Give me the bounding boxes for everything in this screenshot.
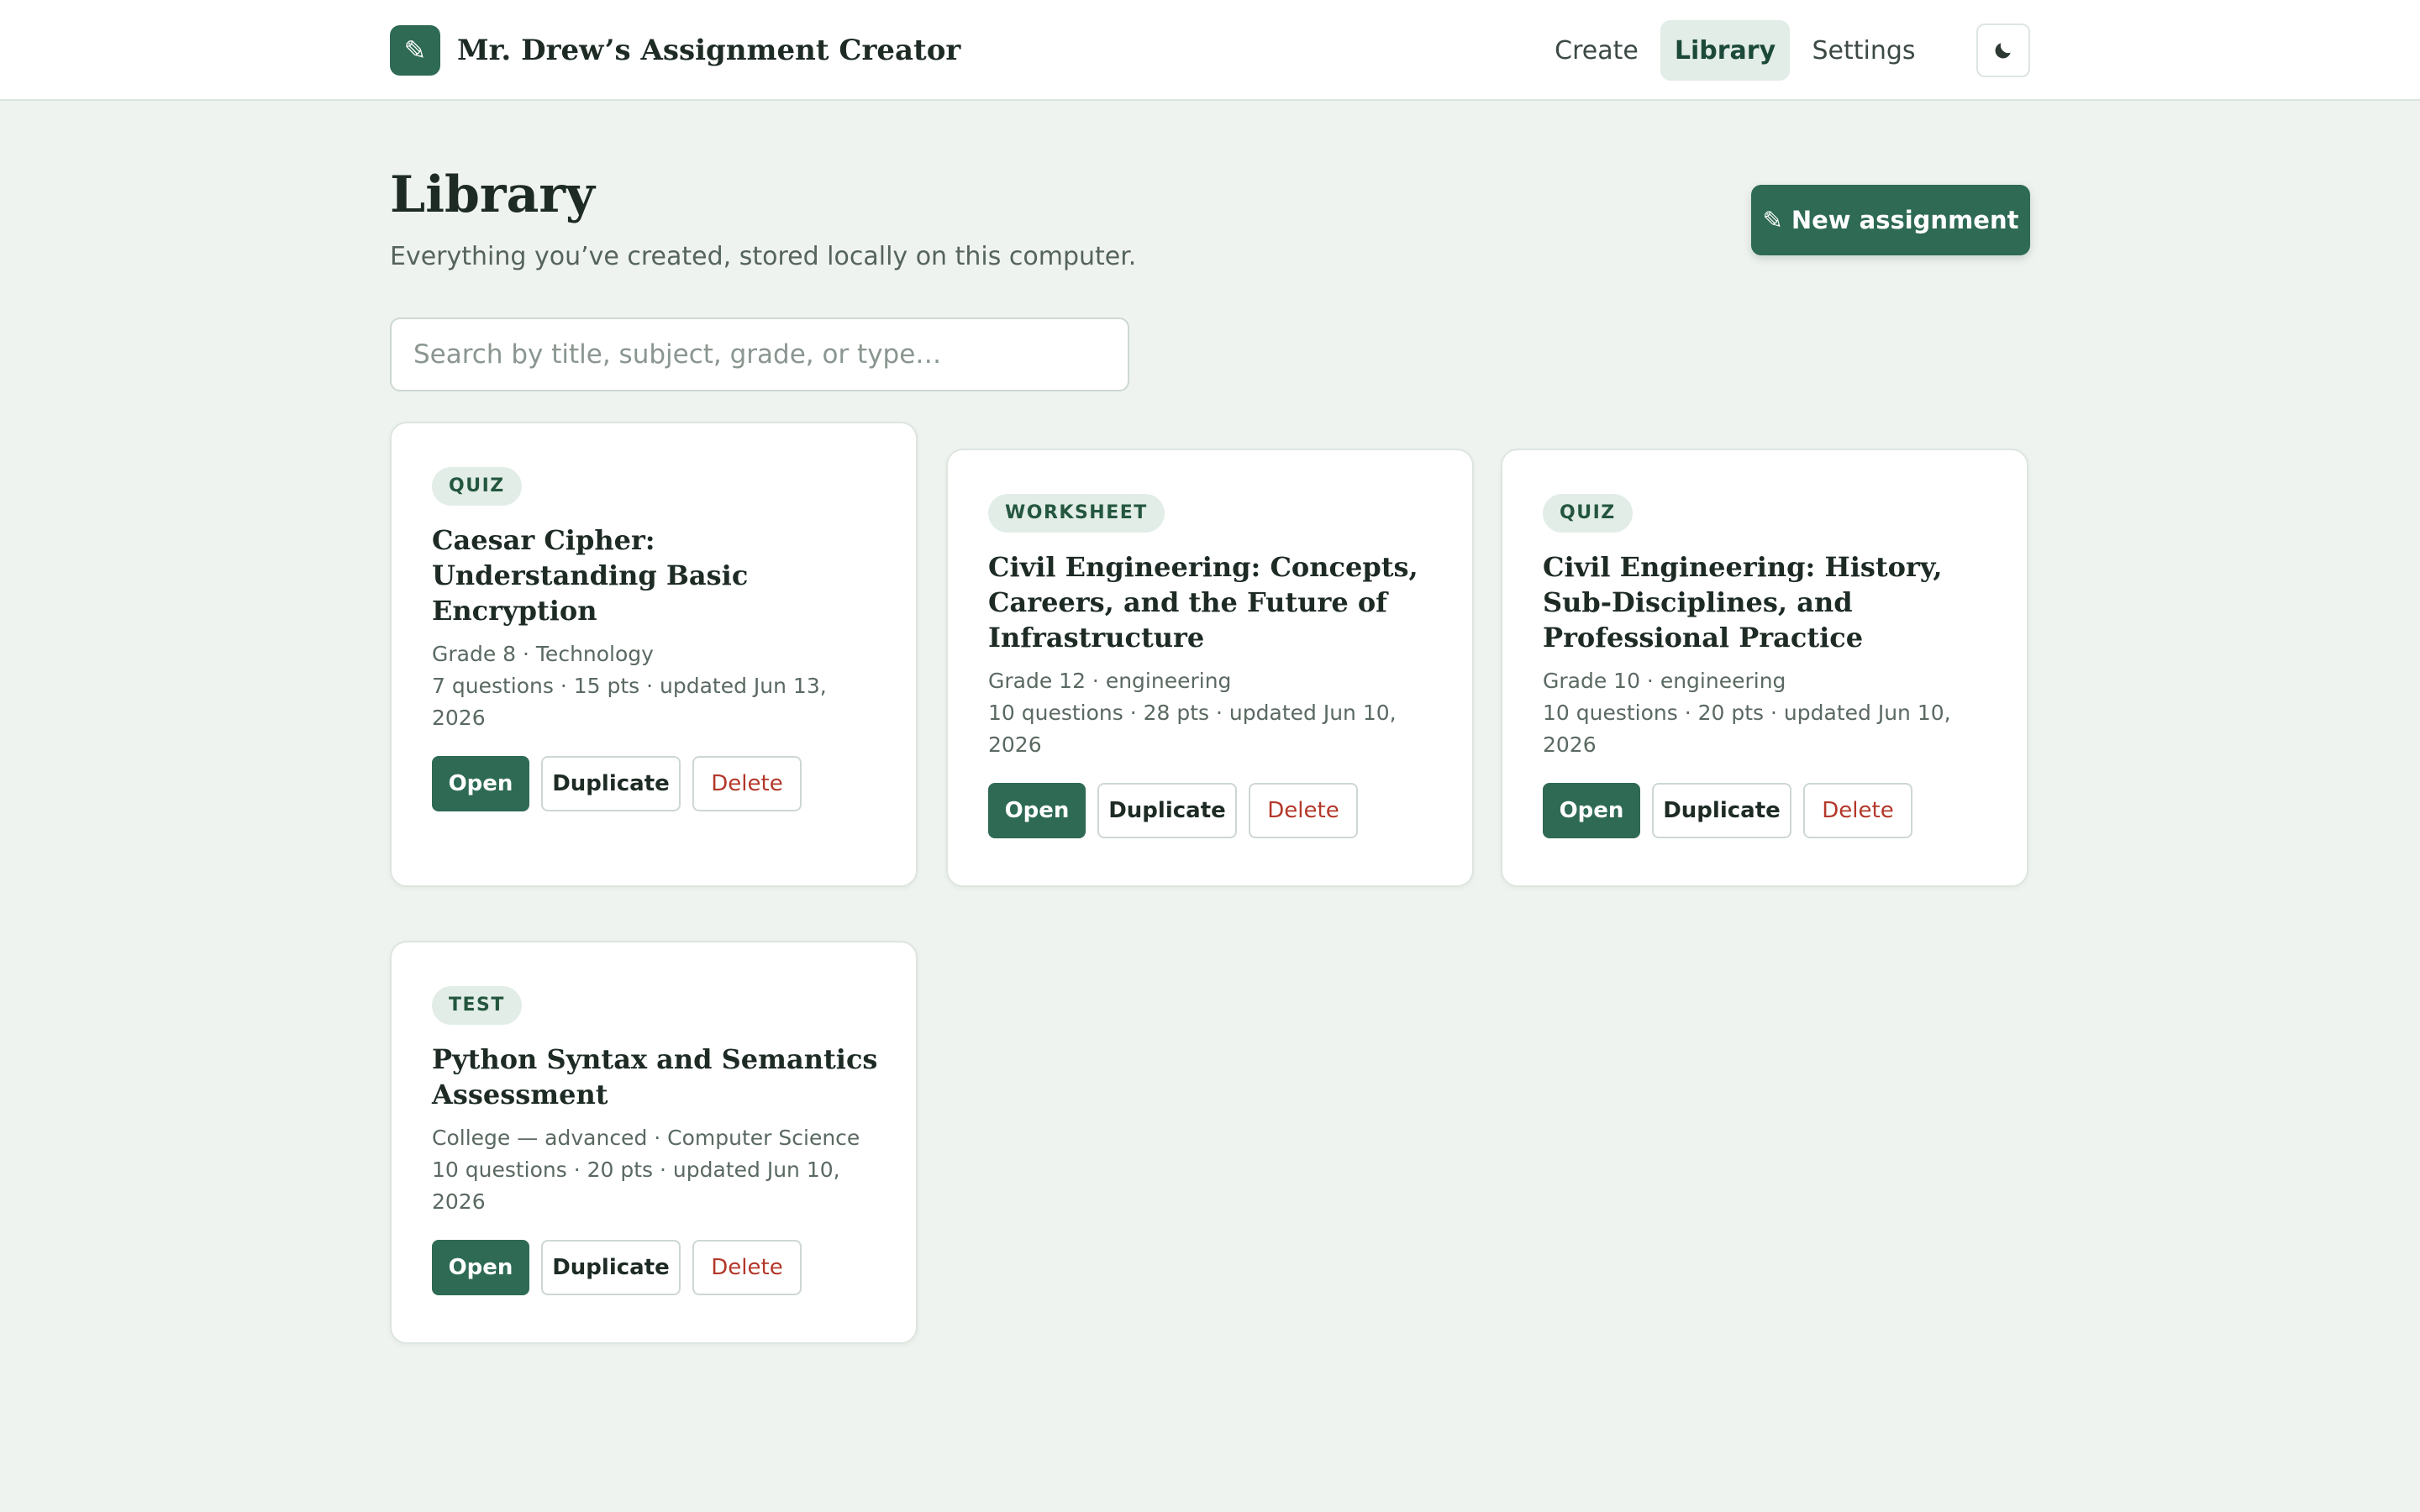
new-assignment-button[interactable]: ✎ New assignment bbox=[1751, 185, 2030, 255]
delete-button[interactable]: Delete bbox=[1249, 783, 1358, 838]
open-button[interactable]: Open bbox=[988, 783, 1086, 838]
assignment-card: TEST Python Syntax and Semantics Assessm… bbox=[390, 941, 918, 1344]
assignment-grade-subject: Grade 10 · engineering bbox=[1543, 669, 1786, 693]
type-badge: WORKSHEET bbox=[988, 494, 1165, 533]
nav-settings[interactable]: Settings bbox=[1805, 20, 1923, 81]
open-button[interactable]: Open bbox=[432, 1240, 529, 1295]
page-title: Library bbox=[390, 165, 595, 224]
search-input[interactable] bbox=[390, 318, 1129, 391]
assignment-stats: 10 questions · 28 pts · updated Jun 10, … bbox=[988, 701, 1397, 757]
theme-toggle-button[interactable] bbox=[1976, 24, 2030, 77]
new-assignment-label: New assignment bbox=[1791, 206, 2019, 234]
page-subtitle: Everything you’ve created, stored locall… bbox=[390, 242, 1137, 271]
type-badge: QUIZ bbox=[1543, 494, 1633, 533]
app-title[interactable]: Mr. Drew’s Assignment Creator bbox=[457, 30, 960, 71]
assignment-title: Caesar Cipher: Understanding Basic Encry… bbox=[432, 524, 749, 627]
open-button[interactable]: Open bbox=[1543, 783, 1640, 838]
open-button[interactable]: Open bbox=[432, 756, 529, 811]
assignment-grade-subject: Grade 8 · Technology bbox=[432, 642, 654, 666]
type-badge: TEST bbox=[432, 986, 522, 1025]
assignment-title: Civil Engineering: History, Sub-Discipli… bbox=[1543, 551, 1943, 654]
assignment-grade-subject: College — advanced · Computer Science bbox=[432, 1126, 860, 1150]
duplicate-button[interactable]: Duplicate bbox=[541, 756, 681, 811]
assignment-stats: 10 questions · 20 pts · updated Jun 10, … bbox=[432, 1158, 840, 1214]
assignment-card: QUIZ Civil Engineering: History, Sub-Dis… bbox=[1501, 449, 2028, 887]
assignment-stats: 7 questions · 15 pts · updated Jun 13, 2… bbox=[432, 674, 827, 730]
pencil-icon[interactable]: ✎ bbox=[390, 25, 440, 76]
pencil-icon: ✎ bbox=[1762, 206, 1783, 234]
assignment-card: QUIZ Caesar Cipher: Understanding Basic … bbox=[390, 422, 918, 887]
assignment-grade-subject: Grade 12 · engineering bbox=[988, 669, 1232, 693]
nav-library[interactable]: Library bbox=[1660, 20, 1790, 81]
nav-create[interactable]: Create bbox=[1538, 20, 1655, 81]
top-bar: ✎ Mr. Drew’s Assignment Creator Create L… bbox=[0, 0, 2420, 101]
assignment-card: WORKSHEET Civil Engineering: Concepts, C… bbox=[946, 449, 1474, 887]
assignment-title: Civil Engineering: Concepts, Careers, an… bbox=[988, 551, 1418, 654]
assignment-title: Python Syntax and Semantics Assessment bbox=[432, 1043, 878, 1110]
type-badge: QUIZ bbox=[432, 467, 522, 506]
duplicate-button[interactable]: Duplicate bbox=[1097, 783, 1237, 838]
duplicate-button[interactable]: Duplicate bbox=[1652, 783, 1791, 838]
delete-button[interactable]: Delete bbox=[1803, 783, 1912, 838]
duplicate-button[interactable]: Duplicate bbox=[541, 1240, 681, 1295]
assignment-stats: 10 questions · 20 pts · updated Jun 10, … bbox=[1543, 701, 1951, 757]
delete-button[interactable]: Delete bbox=[692, 1240, 802, 1295]
delete-button[interactable]: Delete bbox=[692, 756, 802, 811]
moon-icon bbox=[1995, 43, 2011, 59]
